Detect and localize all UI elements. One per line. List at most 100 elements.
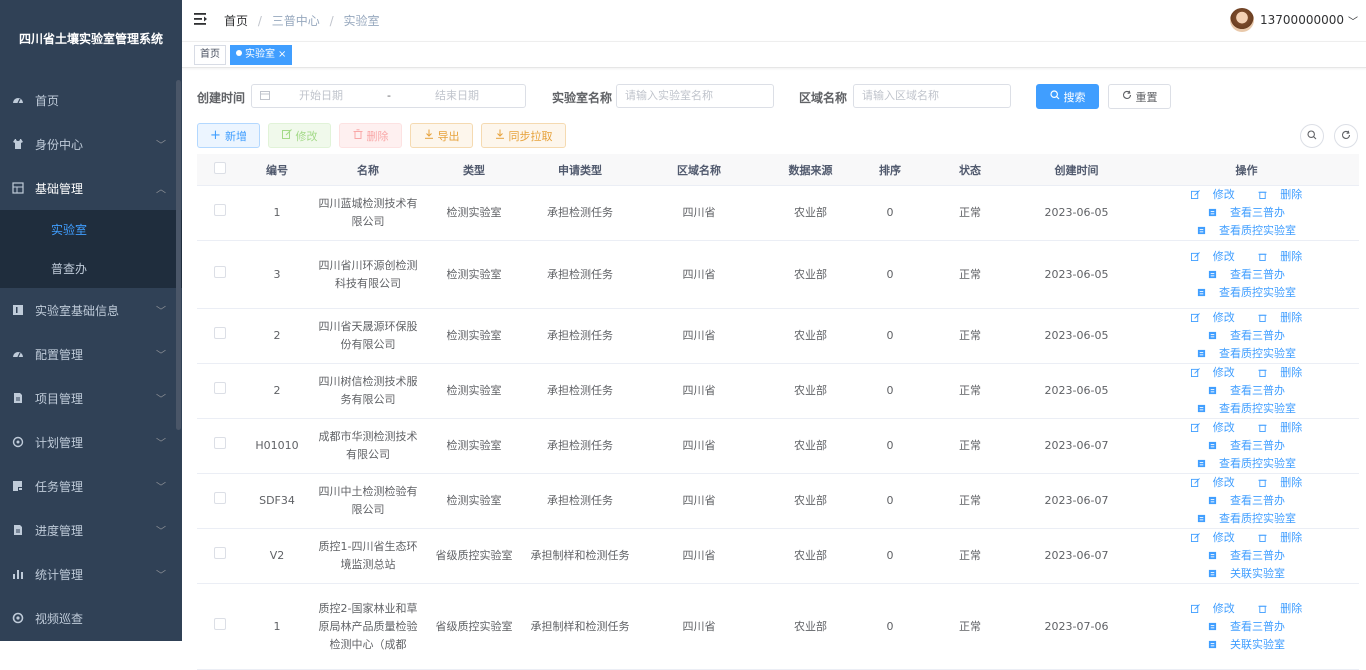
cell-order: 0 — [859, 473, 921, 529]
sidebar-scrollbar[interactable] — [176, 80, 181, 430]
row-extra-link[interactable]: 查看质控实验室 — [1192, 286, 1301, 299]
toggle-search-button[interactable] — [1300, 124, 1324, 148]
table-row[interactable]: 3 四川省川环源创检测科技有限公司 检测实验室 承担检测任务 四川省 农业部 0 正常 2023… — [197, 240, 1359, 309]
row-delete-link[interactable]: 删除 — [1253, 250, 1307, 263]
sidebar-item-home[interactable]: 首页 — [0, 78, 182, 122]
start-date-input[interactable]: 开始日期 — [299, 85, 343, 107]
table-row[interactable]: 1 质控2-国家林业和草原局林产品质量检验检测中心（成都 省级质控实验室 承担制样和检… — [197, 583, 1359, 670]
column-header[interactable]: 编号 — [242, 154, 312, 186]
row-view-census-link[interactable]: 查看三普办 — [1203, 329, 1290, 342]
avatar[interactable] — [1230, 8, 1255, 32]
row-extra-link[interactable]: 查看质控实验室 — [1192, 402, 1301, 415]
user-menu[interactable]: 13700000000 ﹀ — [1230, 8, 1358, 32]
refresh-button[interactable] — [1334, 124, 1358, 148]
tag-laboratory[interactable]: 实验室 × — [230, 45, 293, 65]
row-view-census-label: 查看三普办 — [1230, 549, 1285, 562]
column-header[interactable]: 创建时间 — [1019, 154, 1134, 186]
row-checkbox[interactable] — [213, 265, 226, 278]
row-checkbox[interactable] — [213, 382, 226, 394]
row-view-census-link[interactable]: 查看三普办 — [1203, 384, 1290, 397]
row-delete-link[interactable]: 删除 — [1253, 311, 1307, 324]
row-view-census-link[interactable]: 查看三普办 — [1203, 268, 1290, 281]
row-view-census-link[interactable]: 查看三普办 — [1203, 439, 1290, 452]
row-delete-link[interactable]: 删除 — [1253, 476, 1307, 489]
row-extra-link[interactable]: 查看质控实验室 — [1192, 512, 1301, 525]
row-extra-link[interactable]: 查看质控实验室 — [1192, 347, 1301, 360]
sidebar-item-laboratory[interactable]: 实验室 — [0, 210, 182, 249]
trash-icon — [1258, 531, 1270, 544]
row-edit-link[interactable]: 修改 — [1186, 602, 1240, 615]
table-row[interactable]: 2 四川省天晟源环保股份有限公司 检测实验室 承担检测任务 四川省 农业部 0 正常 2023-… — [197, 308, 1359, 364]
export-button[interactable]: 导出 — [410, 123, 473, 148]
breadcrumb-home[interactable]: 首页 — [224, 14, 248, 28]
row-delete-link[interactable]: 删除 — [1253, 602, 1307, 615]
sync-pull-button[interactable]: 同步拉取 — [481, 123, 566, 148]
sidebar-item-progress-management[interactable]: 进度管理 ﹀ — [0, 508, 182, 552]
row-checkbox[interactable] — [213, 327, 226, 339]
sidebar-item-statistics-management[interactable]: 统计管理 ﹀ — [0, 552, 182, 596]
row-checkbox[interactable] — [213, 437, 226, 449]
table-row[interactable]: 2 四川树信检测技术服务有限公司 检测实验室 承担检测任务 四川省 农业部 0 正常 2023-… — [197, 363, 1359, 419]
sidebar-item-task-management[interactable]: 任务管理 ﹀ — [0, 464, 182, 508]
row-edit-link[interactable]: 修改 — [1186, 250, 1240, 263]
date-range-picker[interactable]: 开始日期 - 结束日期 — [251, 84, 526, 108]
add-button[interactable]: + 新增 — [197, 123, 260, 148]
row-delete-link[interactable]: 删除 — [1253, 421, 1307, 434]
sidebar-item-project-management[interactable]: 项目管理 ﹀ — [0, 376, 182, 420]
row-extra-link[interactable]: 查看质控实验室 — [1192, 457, 1301, 470]
row-edit-link[interactable]: 修改 — [1186, 188, 1240, 201]
sidebar-item-identity[interactable]: 身份中心 ﹀ — [0, 122, 182, 166]
row-view-census-link[interactable]: 查看三普办 — [1203, 206, 1290, 219]
row-delete-link[interactable]: 删除 — [1253, 366, 1307, 379]
column-header[interactable]: 类型 — [424, 154, 524, 186]
column-header[interactable]: 排序 — [859, 154, 921, 186]
row-view-census-link[interactable]: 查看三普办 — [1203, 494, 1290, 507]
column-header[interactable]: 名称 — [312, 154, 424, 186]
row-checkbox[interactable] — [213, 204, 226, 216]
table-row[interactable]: SDF34 四川中土检测检验有限公司 检测实验室 承担检测任务 四川省 农业部 0 正常 202… — [197, 473, 1359, 529]
row-view-census-link[interactable]: 查看三普办 — [1203, 549, 1290, 562]
reset-button[interactable]: 重置 — [1108, 84, 1171, 109]
lab-name-input[interactable]: 请输入实验室名称 — [616, 84, 774, 108]
row-extra-link[interactable]: 关联实验室 — [1203, 638, 1290, 651]
row-delete-link[interactable]: 删除 — [1253, 188, 1307, 201]
region-name-input[interactable]: 请输入区域名称 — [853, 84, 1011, 108]
sidebar-item-video-patrol[interactable]: 视频巡查 — [0, 596, 182, 640]
row-extra-link[interactable]: 关联实验室 — [1203, 567, 1290, 580]
cell-name: 四川中土检测检验有限公司 — [312, 473, 424, 529]
table-row[interactable]: V2 质控1-四川省生态环境监测总站 省级质控实验室 承担制样和检测任务 四川省 农业部 0… — [197, 528, 1359, 584]
row-edit-link[interactable]: 修改 — [1186, 366, 1240, 379]
cell-code: 3 — [242, 240, 312, 309]
select-all-checkbox[interactable] — [213, 162, 226, 174]
row-checkbox[interactable] — [213, 617, 226, 630]
row-delete-link[interactable]: 删除 — [1253, 531, 1307, 544]
row-edit-link[interactable]: 修改 — [1186, 421, 1240, 434]
tag-home[interactable]: 首页 — [194, 45, 226, 65]
row-edit-link[interactable]: 修改 — [1186, 476, 1240, 489]
delete-button[interactable]: 删除 — [339, 123, 402, 148]
sidebar-item-plan-management[interactable]: 计划管理 ﹀ — [0, 420, 182, 464]
column-header[interactable]: 状态 — [921, 154, 1019, 186]
close-icon[interactable]: × — [278, 49, 286, 60]
sidebar-item-lab-basic-info[interactable]: 实验室基础信息 ﹀ — [0, 288, 182, 332]
row-view-census-link[interactable]: 查看三普办 — [1203, 620, 1290, 633]
row-edit-link[interactable]: 修改 — [1186, 311, 1240, 324]
row-checkbox[interactable] — [213, 492, 226, 504]
sidebar-item-config-management[interactable]: 配置管理 ﹀ — [0, 332, 182, 376]
cell-actions: 修改 删除 查看三普办 关联实验室 — [1134, 528, 1359, 584]
column-header[interactable]: 申请类型 — [524, 154, 636, 186]
row-edit-link[interactable]: 修改 — [1186, 531, 1240, 544]
search-button[interactable]: 搜索 — [1036, 84, 1099, 109]
table-row[interactable]: H01010 成都市华测检测技术有限公司 检测实验室 承担检测任务 四川省 农业部 0 正常 2… — [197, 418, 1359, 474]
row-select-cell — [197, 418, 242, 474]
table-row[interactable]: 1 四川蓝城检测技术有限公司 检测实验室 承担检测任务 四川省 农业部 0 正常 2023-06… — [197, 185, 1359, 241]
hamburger-icon[interactable] — [194, 12, 208, 29]
sidebar-item-basic-management[interactable]: 基础管理 ︿ — [0, 166, 182, 210]
end-date-input[interactable]: 结束日期 — [435, 85, 479, 107]
edit-button[interactable]: 修改 — [268, 123, 331, 148]
column-header[interactable]: 数据来源 — [762, 154, 859, 186]
column-header[interactable]: 区域名称 — [636, 154, 762, 186]
row-checkbox[interactable] — [213, 547, 226, 559]
sidebar-item-census-office[interactable]: 普查办 — [0, 249, 182, 288]
row-extra-link[interactable]: 查看质控实验室 — [1192, 224, 1301, 237]
